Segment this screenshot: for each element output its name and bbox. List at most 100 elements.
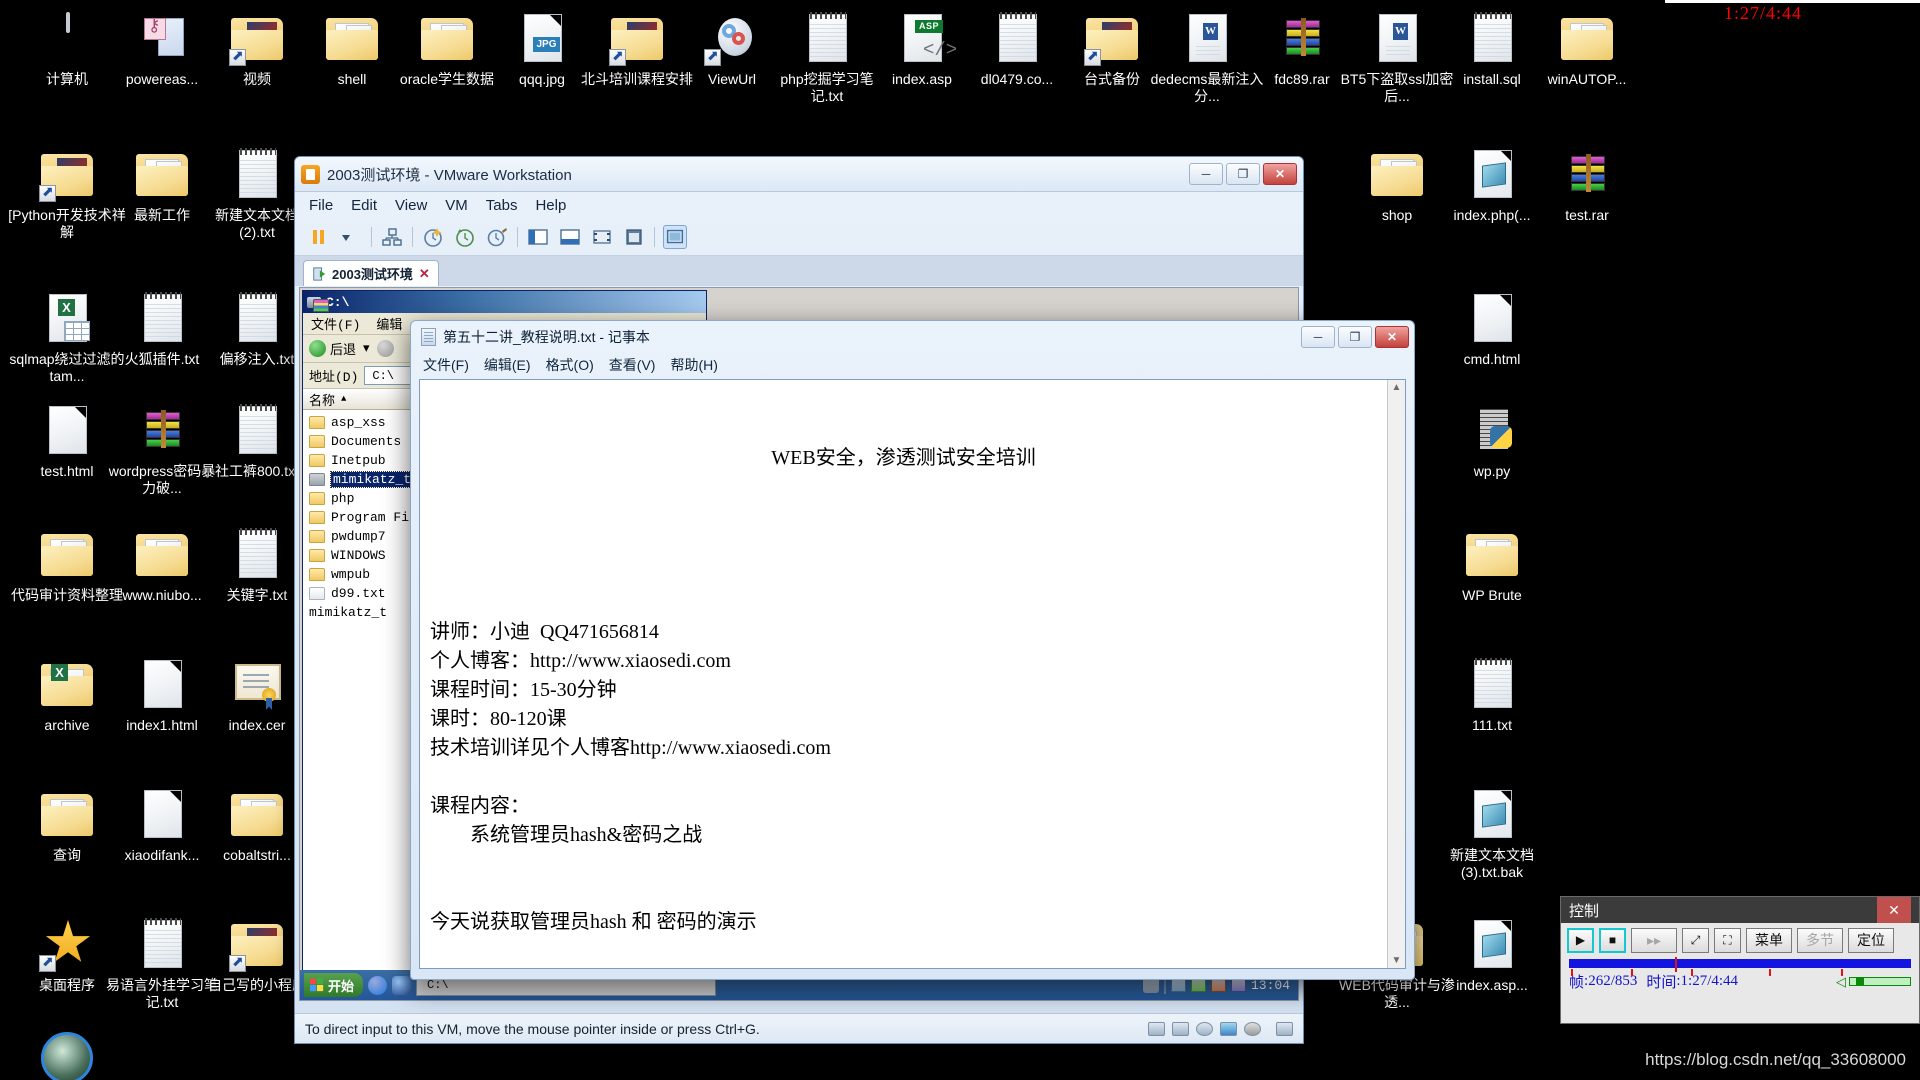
tray-extra-icon[interactable] — [1230, 978, 1246, 992]
recorder-volume[interactable]: ◁ — [1836, 974, 1911, 990]
notepad-minimize-button[interactable]: ─ — [1301, 326, 1335, 348]
notepad-window-controls[interactable]: ─ ❐ ✕ — [1301, 326, 1409, 348]
volume-knob[interactable] — [1856, 978, 1864, 985]
vmware-window-controls[interactable]: ─ ❐ ✕ — [1189, 163, 1297, 185]
notepad-window[interactable]: 第五十二讲_教程说明.txt - 记事本 ─ ❐ ✕ 文件(F) 编辑(E) 格… — [410, 320, 1415, 980]
explorer-menu-file[interactable]: 文件(F) — [311, 314, 360, 333]
recorder-progress-bar — [1569, 959, 1911, 968]
take-snapshot-icon[interactable] — [421, 225, 445, 249]
menu-button[interactable]: 菜单 — [1746, 927, 1792, 953]
usb-icon[interactable] — [1276, 1021, 1293, 1036]
tray-vm-icon[interactable] — [1170, 978, 1186, 992]
desktop-icon-42[interactable]: 新建文本文档(3).txt.bak — [1433, 784, 1551, 881]
console-view-icon[interactable] — [663, 225, 687, 249]
desktop-icon-22[interactable]: test.rar — [1528, 144, 1646, 224]
recorder-playhead[interactable] — [1675, 957, 1678, 972]
dropdown-arrow-icon[interactable] — [339, 225, 363, 249]
revert-snapshot-icon[interactable] — [453, 225, 477, 249]
recorder-marker-5[interactable] — [1841, 969, 1843, 976]
recorder-marker-2[interactable] — [1631, 969, 1633, 976]
desktop-icon-48[interactable] — [8, 1028, 126, 1080]
recorder-close-button[interactable]: ✕ — [1877, 897, 1911, 923]
vmware-menubar[interactable]: File Edit View VM Tabs Help — [295, 192, 1303, 219]
desktop-icon-art — [132, 400, 192, 460]
tray-tools-icon[interactable] — [1190, 978, 1206, 992]
menu-edit[interactable]: Edit — [351, 197, 377, 214]
vmware-device-icons[interactable] — [1148, 1021, 1293, 1036]
back-button[interactable]: 后退 — [309, 339, 356, 358]
vmware-toolbar[interactable] — [295, 219, 1303, 256]
cd-drive-icon[interactable] — [1196, 1021, 1213, 1036]
resize-button[interactable]: ⤢ — [1682, 927, 1709, 953]
notepad-scrollbar[interactable]: ▲ ▼ — [1387, 380, 1405, 968]
menu-tabs[interactable]: Tabs — [486, 197, 518, 214]
desktop-icon-47[interactable]: index.asp... — [1433, 914, 1551, 994]
desktop-icon-26[interactable]: cmd.html — [1433, 288, 1551, 368]
snapshot-manager-icon[interactable] — [380, 225, 404, 249]
ie-icon[interactable] — [368, 975, 388, 995]
notepad-content[interactable]: WEB安全，渗透测试安全培训 讲师：小迪 QQ471656814 个人博客：ht… — [420, 380, 1387, 968]
vmware-minimize-button[interactable]: ─ — [1189, 163, 1223, 185]
notepad-text-area[interactable]: WEB安全，渗透测试安全培训 讲师：小迪 QQ471656814 个人博客：ht… — [419, 379, 1406, 969]
scroll-up-icon[interactable]: ▲ — [1392, 380, 1402, 395]
locate-button[interactable]: 定位 — [1848, 927, 1894, 953]
desktop-icon-30[interactable]: wp.py — [1433, 400, 1551, 480]
forward-button[interactable] — [376, 340, 394, 357]
notepad-menu-format[interactable]: 格式(O) — [546, 355, 594, 375]
media-player-icon[interactable] — [392, 975, 412, 995]
notepad-menu-help[interactable]: 帮助(H) — [670, 355, 717, 375]
play-button[interactable]: ▶ — [1567, 927, 1594, 953]
hard-disk-icon[interactable] — [1148, 1021, 1165, 1036]
recorder-titlebar[interactable]: 控制 ✕ — [1561, 897, 1919, 923]
manage-snapshots-icon[interactable] — [485, 225, 509, 249]
start-button[interactable]: 开始 — [304, 973, 364, 997]
notepad-menu-file[interactable]: 文件(F) — [423, 355, 469, 375]
recorder-marker-1[interactable] — [1571, 969, 1573, 976]
menu-view[interactable]: View — [395, 197, 427, 214]
rar-archive-icon — [1282, 16, 1324, 58]
notepad-menubar[interactable]: 文件(F) 编辑(E) 格式(O) 查看(V) 帮助(H) — [411, 353, 1414, 377]
desktop-icon-38[interactable]: 111.txt — [1433, 654, 1551, 734]
desktop-icon-34[interactable]: WP Brute — [1433, 524, 1551, 604]
desktop-icon-16[interactable]: winAUTOP... — [1528, 8, 1646, 88]
vmware-close-button[interactable]: ✕ — [1263, 163, 1297, 185]
back-dropdown-icon[interactable]: ▾ — [363, 341, 370, 356]
enter-fullscreen-icon[interactable] — [590, 225, 614, 249]
vm-tab-2003[interactable]: 2003测试环境 ✕ — [303, 260, 439, 286]
recorder-progress-track[interactable] — [1569, 957, 1911, 976]
sort-asc-icon[interactable]: ▲ — [341, 394, 346, 404]
scroll-down-icon[interactable]: ▼ — [1392, 953, 1402, 968]
desktop-icon-art — [1082, 8, 1142, 68]
explorer-menu-edit[interactable]: 编辑 — [376, 314, 402, 333]
fit-screen-button[interactable]: ⛶ — [1714, 927, 1741, 953]
notepad-maximize-button[interactable]: ❐ — [1338, 326, 1372, 348]
show-library-icon[interactable] — [526, 225, 550, 249]
notepad-menu-view[interactable]: 查看(V) — [609, 355, 656, 375]
unity-mode-icon[interactable] — [622, 225, 646, 249]
notepad-menu-edit[interactable]: 编辑(E) — [484, 355, 531, 375]
pause-icon[interactable] — [307, 225, 331, 249]
desktop-icon-art — [1462, 288, 1522, 348]
menu-file[interactable]: File — [309, 197, 333, 214]
stop-button[interactable]: ■ — [1599, 927, 1626, 953]
show-thumbnails-icon[interactable] — [558, 225, 582, 249]
hard-disk2-icon[interactable] — [1172, 1021, 1189, 1036]
notepad-close-button[interactable]: ✕ — [1375, 326, 1409, 348]
network-icon[interactable] — [1220, 1021, 1237, 1036]
menu-help[interactable]: Help — [535, 197, 566, 214]
folder-icon — [41, 794, 93, 836]
menu-vm[interactable]: VM — [445, 197, 468, 214]
recorder-marker-4[interactable] — [1769, 969, 1771, 976]
recorder-marker-3[interactable] — [1691, 969, 1693, 976]
vmware-maximize-button[interactable]: ❐ — [1226, 163, 1260, 185]
recorder-control-panel[interactable]: 控制 ✕ ▶ ■ ▸▸ ⤢ ⛶ 菜单 多节 定位 帧: 262/853 时间: 1:27/4:… — [1560, 896, 1920, 1024]
vmware-titlebar[interactable]: 2003测试环境 - VMware Workstation ─ ❐ ✕ — [295, 157, 1303, 192]
explorer-titlebar[interactable]: C:\ — [303, 291, 706, 313]
vmware-tabbar[interactable]: 2003测试环境 ✕ — [295, 256, 1303, 286]
recorder-buttons[interactable]: ▶ ■ ▸▸ ⤢ ⛶ 菜单 多节 定位 — [1561, 923, 1919, 957]
volume-slider[interactable] — [1849, 977, 1911, 986]
notepad-titlebar[interactable]: 第五十二讲_教程说明.txt - 记事本 ─ ❐ ✕ — [411, 321, 1414, 353]
sound-icon[interactable] — [1244, 1021, 1261, 1036]
vm-tab-close-icon[interactable]: ✕ — [419, 266, 430, 282]
tray-network-icon[interactable] — [1210, 978, 1226, 992]
